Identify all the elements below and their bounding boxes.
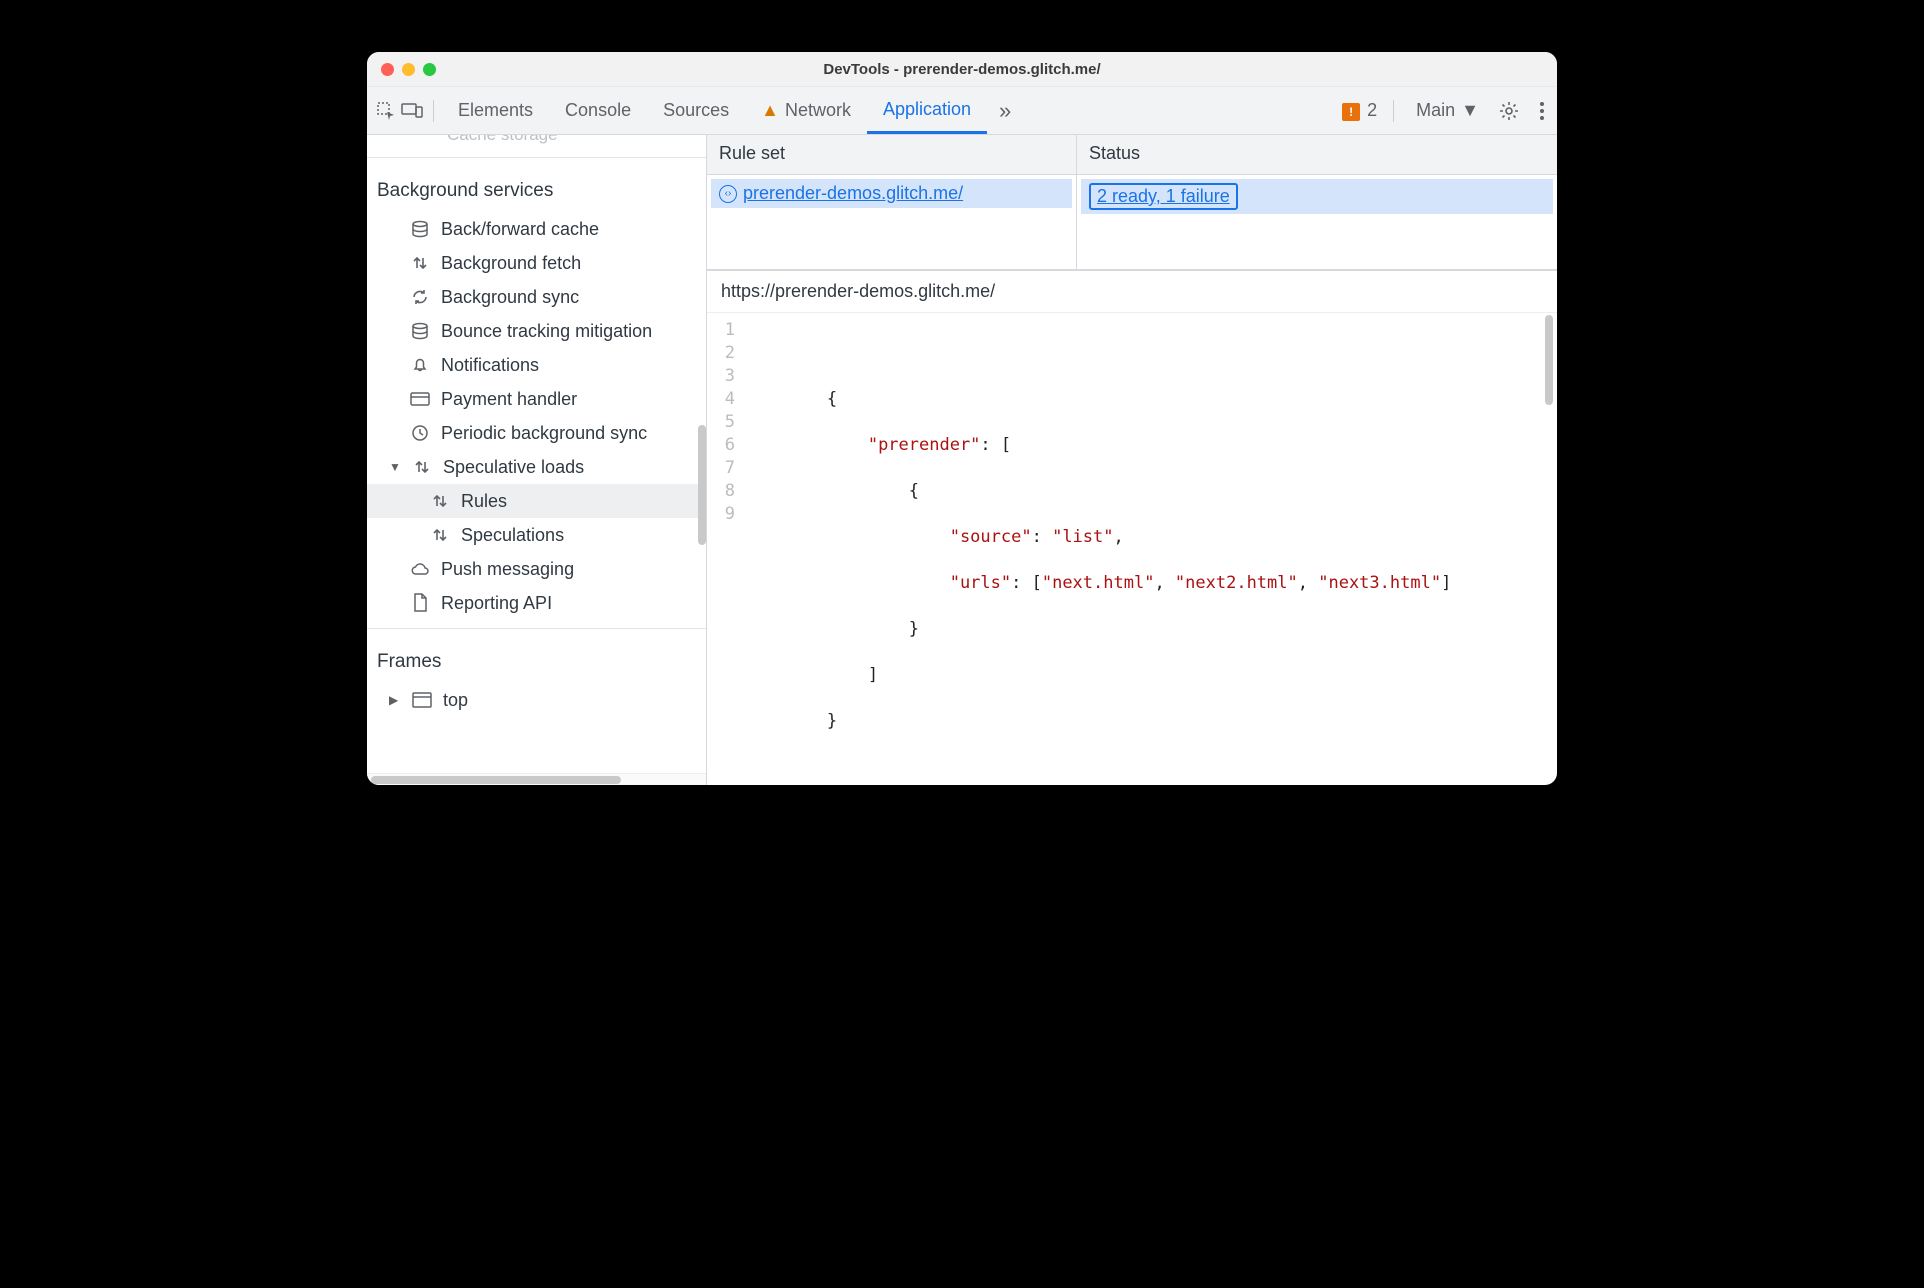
sidebar-item-bgsync[interactable]: Background sync: [367, 280, 706, 314]
divider: [433, 100, 434, 122]
label: Notifications: [441, 355, 539, 376]
label: Reporting API: [441, 593, 552, 614]
label: Payment handler: [441, 389, 577, 410]
scrollbar-vertical[interactable]: [698, 425, 706, 545]
sync-icon: [409, 286, 431, 308]
database-icon: [409, 320, 431, 342]
sidebar-item-speculative-loads[interactable]: ▼ Speculative loads: [367, 450, 706, 484]
table-body: ‹› prerender-demos.glitch.me/ 2 ready, 1…: [707, 175, 1557, 270]
issue-badge-icon: !: [1342, 103, 1360, 121]
menu-icon[interactable]: [1533, 102, 1551, 120]
sidebar-item-reporting[interactable]: Reporting API: [367, 586, 706, 620]
settings-icon[interactable]: [1493, 101, 1525, 121]
device-icon[interactable]: [399, 102, 425, 120]
label: Bounce tracking mitigation: [441, 321, 652, 342]
table-row[interactable]: 2 ready, 1 failure: [1081, 179, 1553, 214]
label: Speculations: [461, 525, 564, 546]
sidebar-item-push[interactable]: Push messaging: [367, 552, 706, 586]
window-title: DevTools - prerender-demos.glitch.me/: [367, 61, 1557, 78]
sidebar-item-payment[interactable]: Payment handler: [367, 382, 706, 416]
label: Periodic background sync: [441, 423, 647, 444]
panel-body: Cache storage Background services Back/f…: [367, 135, 1557, 785]
label: Push messaging: [441, 559, 574, 580]
scrollbar-vertical[interactable]: [1545, 315, 1553, 405]
rule-set-link[interactable]: prerender-demos.glitch.me/: [743, 183, 963, 204]
code-content[interactable]: { "prerender": [ { "source": "list", "ur…: [745, 319, 1557, 779]
disclosure-triangle-icon[interactable]: ▼: [389, 460, 401, 474]
label: top: [443, 690, 468, 711]
divider: [367, 628, 706, 629]
clock-icon: [409, 422, 431, 444]
panel-tabs: Elements Console Sources ▲ Network Appli…: [442, 87, 1023, 134]
sidebar-item-bgfetch[interactable]: Background fetch: [367, 246, 706, 280]
sidebar-item-bounce[interactable]: Bounce tracking mitigation: [367, 314, 706, 348]
issues-button[interactable]: ! 2: [1342, 100, 1377, 121]
devtools-window: DevTools - prerender-demos.glitch.me/ El…: [367, 52, 1557, 785]
details-url: https://prerender-demos.glitch.me/: [707, 271, 1557, 313]
sidebar-item-rules[interactable]: Rules: [367, 484, 706, 518]
sidebar-item-bfcache[interactable]: Back/forward cache: [367, 212, 706, 246]
sidebar-item-frames-top[interactable]: ▶ top: [367, 683, 706, 717]
chevron-down-icon: ▼: [1461, 100, 1479, 121]
truncated-item: Cache storage: [367, 135, 706, 149]
tab-network[interactable]: ▲ Network: [745, 87, 867, 134]
updown-icon: [429, 490, 451, 512]
frame-icon: [411, 689, 433, 711]
updown-icon: [409, 252, 431, 274]
json-source: 1 2 3 4 5 6 7 8 9 { "prerender": [ {: [707, 313, 1557, 785]
warning-icon: ▲: [761, 100, 779, 121]
cloud-icon: [409, 558, 431, 580]
line-gutter: 1 2 3 4 5 6 7 8 9: [707, 319, 745, 779]
sidebar-item-periodic[interactable]: Periodic background sync: [367, 416, 706, 450]
sidebar-item-speculations[interactable]: Speculations: [367, 518, 706, 552]
section-background-services: Background services: [367, 166, 706, 212]
bell-icon: [409, 354, 431, 376]
tab-network-label: Network: [785, 100, 851, 121]
label: Background sync: [441, 287, 579, 308]
table-row[interactable]: ‹› prerender-demos.glitch.me/: [711, 179, 1072, 208]
target-label: Main: [1416, 100, 1455, 121]
sidebar-item-notifications[interactable]: Notifications: [367, 348, 706, 382]
label: Back/forward cache: [441, 219, 599, 240]
col-status[interactable]: Status: [1077, 135, 1557, 174]
tab-application[interactable]: Application: [867, 87, 987, 134]
main-panel: Rule set Status ‹› prerender-demos.glitc…: [707, 135, 1557, 785]
section-frames: Frames: [367, 637, 706, 683]
label: Background fetch: [441, 253, 581, 274]
updown-icon: [429, 524, 451, 546]
application-sidebar: Cache storage Background services Back/f…: [367, 135, 707, 785]
card-icon: [409, 388, 431, 410]
titlebar: DevTools - prerender-demos.glitch.me/: [367, 52, 1557, 87]
tab-console[interactable]: Console: [549, 87, 647, 134]
col-rule-set[interactable]: Rule set: [707, 135, 1077, 174]
updown-icon: [411, 456, 433, 478]
details-pane: https://prerender-demos.glitch.me/ 1 2 3…: [707, 270, 1557, 785]
target-selector[interactable]: Main ▼: [1410, 100, 1485, 121]
table-header: Rule set Status: [707, 135, 1557, 175]
source-icon: ‹›: [719, 185, 737, 203]
divider: [367, 157, 706, 158]
file-icon: [409, 592, 431, 614]
database-icon: [409, 218, 431, 240]
inspect-icon[interactable]: [373, 101, 399, 121]
status-link[interactable]: 2 ready, 1 failure: [1097, 186, 1230, 206]
more-tabs-icon[interactable]: »: [987, 87, 1023, 134]
tab-elements[interactable]: Elements: [442, 87, 549, 134]
label: Rules: [461, 491, 507, 512]
divider: [1393, 100, 1394, 122]
label: Speculative loads: [443, 457, 584, 478]
devtools-toolbar: Elements Console Sources ▲ Network Appli…: [367, 87, 1557, 135]
tab-sources[interactable]: Sources: [647, 87, 745, 134]
disclosure-triangle-icon[interactable]: ▶: [389, 693, 401, 707]
issue-count: 2: [1367, 100, 1377, 120]
scrollbar-horizontal[interactable]: [367, 773, 706, 785]
